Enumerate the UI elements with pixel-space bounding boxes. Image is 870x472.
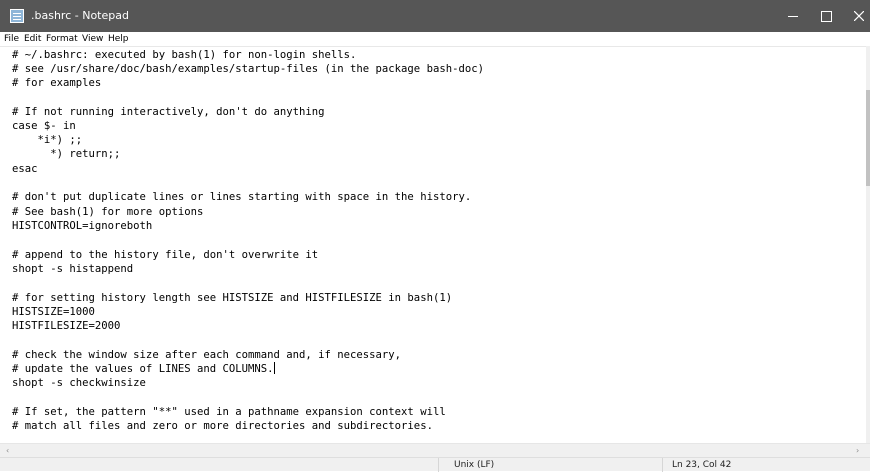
editor-line: # See bash(1) for more options [12,206,204,218]
editor-line: # don't put duplicate lines or lines sta… [12,191,472,203]
horizontal-scrollbar[interactable]: ‹ › [0,443,870,457]
status-bar: Unix (LF) Ln 23, Col 42 [0,457,870,472]
line-ending-status: Unix (LF) [454,460,495,470]
editor-line: # check the window size after each comma… [12,349,402,361]
editor-line: # If not running interactively, don't do… [12,106,325,118]
cursor-position-status: Ln 23, Col 42 [672,460,732,470]
minimize-button[interactable] [770,0,816,32]
editor-line: HISTFILESIZE=2000 [12,320,121,332]
editor-line-current: # update the values of LINES and COLUMNS… [12,362,275,376]
editor-line: HISTSIZE=1000 [12,306,95,318]
window-title: .bashrc - Notepad [31,9,129,22]
status-divider [662,458,663,472]
editor-line: HISTCONTROL=ignoreboth [12,220,153,232]
editor-line: shopt -s histappend [12,263,134,275]
scroll-right-icon[interactable]: › [856,447,859,455]
editor-line: *) return;; [12,148,121,160]
editor-line: esac [12,163,38,175]
close-button[interactable] [846,0,870,32]
menu-bar: File Edit Format View Help [0,32,870,46]
editor-line-text: # update the values of LINES and COLUMNS… [12,363,274,375]
editor-line: case $- in [12,120,76,132]
editor-line: shopt -s checkwinsize [12,377,146,389]
vertical-scrollbar[interactable] [866,46,870,443]
editor-line: # match all files and zero or more direc… [12,420,433,432]
title-bar[interactable]: .bashrc - Notepad [0,0,870,32]
menu-edit[interactable]: Edit [24,33,41,45]
vertical-scroll-thumb[interactable] [866,90,870,186]
editor-line: # If set, the pattern "**" used in a pat… [12,406,446,418]
editor-line: # ~/.bashrc: executed by bash(1) for non… [12,49,357,61]
menu-format[interactable]: Format [46,33,78,45]
editor-line: # see /usr/share/doc/bash/examples/start… [12,63,484,75]
status-divider [438,458,439,472]
menu-help[interactable]: Help [108,33,129,45]
editor-line: # for examples [12,77,102,89]
text-caret [273,362,275,374]
menu-file[interactable]: File [4,33,19,45]
scroll-left-icon[interactable]: ‹ [6,447,9,455]
close-icon [854,11,864,21]
editor-line: # for setting history length see HISTSIZ… [12,292,453,304]
notepad-window: .bashrc - Notepad File Edit Format View … [0,0,870,472]
text-editor[interactable]: # ~/.bashrc: executed by bash(1) for non… [0,46,866,444]
notepad-icon [10,9,24,23]
editor-line: # append to the history file, don't over… [12,249,319,261]
menu-view[interactable]: View [82,33,103,45]
editor-line: *i*) ;; [12,134,83,146]
